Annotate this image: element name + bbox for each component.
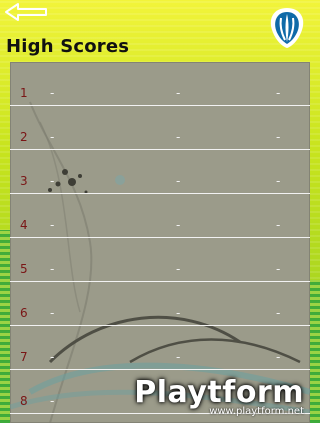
- back-button[interactable]: [4, 2, 48, 22]
- score-cell: -: [176, 218, 181, 232]
- score-cell: -: [176, 306, 181, 320]
- rank-label: 1: [20, 86, 28, 100]
- rank-label: 2: [20, 130, 28, 144]
- rank-label: 6: [20, 306, 28, 320]
- score-cell: -: [176, 350, 181, 364]
- rank-label: 7: [20, 350, 28, 364]
- page-title: High Scores: [6, 36, 130, 57]
- score-row: 1 - - -: [10, 62, 310, 106]
- score-cell: -: [276, 306, 281, 320]
- rank-label: 4: [20, 218, 28, 232]
- score-cell: -: [176, 174, 181, 188]
- rank-label: 5: [20, 262, 28, 276]
- score-cell: -: [176, 130, 181, 144]
- score-cell: -: [276, 86, 281, 100]
- score-cell: -: [276, 218, 281, 232]
- score-cell: -: [276, 174, 281, 188]
- score-cell: -: [276, 350, 281, 364]
- score-cell: -: [50, 174, 55, 188]
- score-row: 3 - - -: [10, 150, 310, 194]
- rank-label: 8: [20, 394, 28, 408]
- score-cell: -: [276, 262, 281, 276]
- score-cell: -: [50, 350, 55, 364]
- back-arrow-icon: [5, 3, 47, 21]
- score-row: 7 - - -: [10, 326, 310, 370]
- score-cell: -: [50, 262, 55, 276]
- watermark-brand: Playtform: [134, 375, 304, 410]
- rank-label: 3: [20, 174, 28, 188]
- score-cell: -: [176, 86, 181, 100]
- score-cell: -: [50, 306, 55, 320]
- score-cell: -: [50, 130, 55, 144]
- score-row: 5 - - -: [10, 238, 310, 282]
- watermark: Playtform www.playtform.net: [134, 375, 304, 417]
- score-cell: -: [176, 262, 181, 276]
- app-logo-icon: [266, 6, 308, 50]
- score-row: 2 - - -: [10, 106, 310, 150]
- score-cell: -: [276, 130, 281, 144]
- score-cell: -: [50, 394, 55, 408]
- score-cell: -: [50, 218, 55, 232]
- score-cell: -: [50, 86, 55, 100]
- score-row: 4 - - -: [10, 194, 310, 238]
- high-scores-panel: 1 - - - 2 - - - 3 - - - 4 - - - 5 - - - …: [10, 62, 310, 423]
- score-row: 6 - - -: [10, 282, 310, 326]
